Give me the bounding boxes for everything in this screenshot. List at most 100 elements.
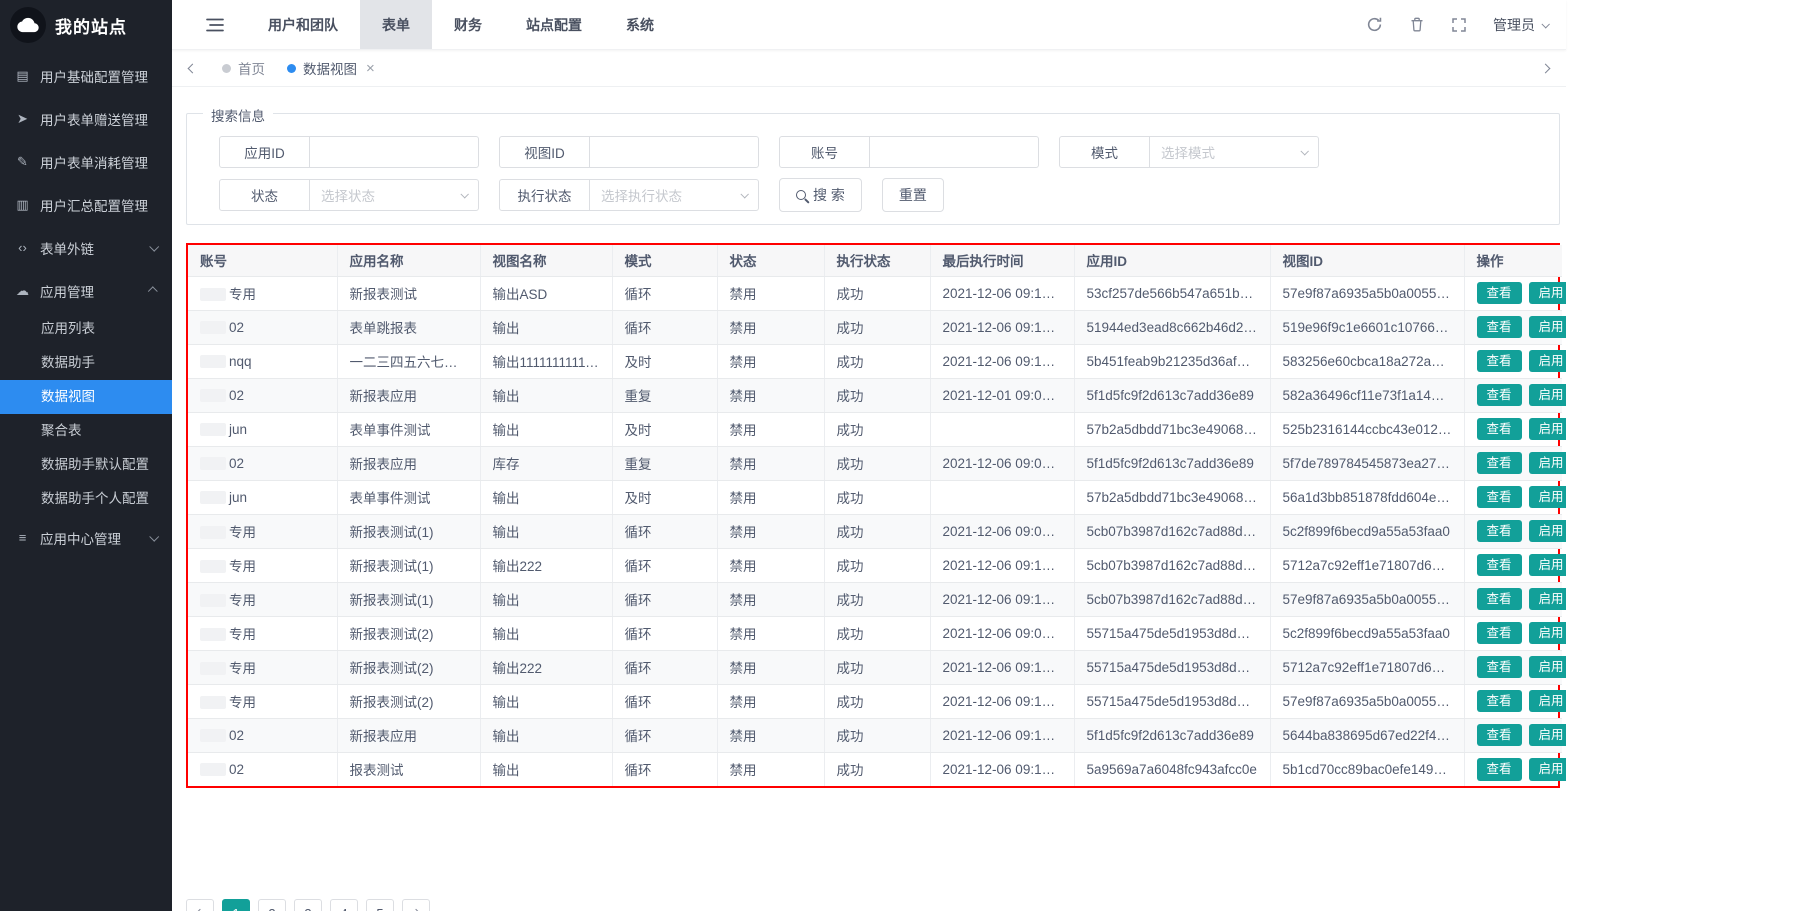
main-area: 用户和团队表单财务站点配置系统 (172, 0, 1566, 911)
sidebar-subitem[interactable]: 数据助手默认配置 (0, 448, 172, 482)
sidebar-item[interactable]: ➤用户表单赠送管理 (0, 97, 172, 140)
view-button[interactable]: 查看 (1477, 520, 1522, 543)
top-nav-item[interactable]: 系统 (604, 0, 676, 49)
view-button[interactable]: 查看 (1477, 316, 1522, 339)
search-button[interactable]: 搜 索 (779, 178, 862, 212)
tabs-scroll-right-icon[interactable] (1538, 61, 1553, 76)
exec-status-select[interactable]: 选择执行状态 (590, 180, 758, 210)
redacted-block (200, 662, 226, 675)
sidebar-item[interactable]: ▤用户基础配置管理 (0, 54, 172, 97)
top-nav-item[interactable]: 用户和团队 (246, 0, 360, 49)
view-button[interactable]: 查看 (1477, 724, 1522, 747)
enable-button[interactable]: 启用 (1529, 350, 1566, 373)
view-button[interactable]: 查看 (1477, 418, 1522, 441)
cell-app-id: 53cf257de566b547a651b18b (1074, 276, 1270, 310)
tabs-scroll-left-icon[interactable] (185, 61, 200, 76)
table-row: 专用新报表测试(1)输出222循环禁用成功2021-12-06 09:10:12… (188, 548, 1562, 582)
list-icon: ≡ (14, 530, 31, 545)
column-header: 应用ID (1074, 245, 1270, 276)
view-button[interactable]: 查看 (1477, 486, 1522, 509)
enable-button[interactable]: 启用 (1529, 282, 1566, 305)
enable-button[interactable]: 启用 (1529, 656, 1566, 679)
view-button[interactable]: 查看 (1477, 758, 1522, 781)
app-id-input[interactable] (310, 137, 478, 167)
cell-mode: 循环 (612, 616, 717, 650)
sidebar-subitem[interactable]: 应用列表 (0, 312, 172, 346)
status-select[interactable]: 选择状态 (310, 180, 478, 210)
cell-actions: 查看启用 (1464, 480, 1562, 514)
sidebar-item[interactable]: ✎用户表单消耗管理 (0, 140, 172, 183)
enable-button[interactable]: 启用 (1529, 588, 1566, 611)
user-menu[interactable]: 管理员 (1493, 15, 1548, 35)
view-id-label: 视图ID (500, 137, 590, 167)
cell-status: 禁用 (717, 548, 824, 582)
journal-icon: ▤ (14, 68, 31, 84)
view-button[interactable]: 查看 (1477, 384, 1522, 407)
enable-button[interactable]: 启用 (1529, 520, 1566, 543)
view-button[interactable]: 查看 (1477, 452, 1522, 475)
menu-collapse-icon[interactable] (206, 17, 224, 33)
view-button[interactable]: 查看 (1477, 350, 1522, 373)
mode-select[interactable]: 选择模式 (1150, 137, 1318, 167)
next-page-button[interactable] (402, 899, 430, 911)
view-button[interactable]: 查看 (1477, 622, 1522, 645)
cell-mode: 循环 (612, 582, 717, 616)
view-button[interactable]: 查看 (1477, 282, 1522, 305)
cell-app-name: 表单事件测试 (337, 480, 480, 514)
page-number-button[interactable]: 1 (222, 899, 250, 911)
sidebar-item[interactable]: ☁应用管理 (0, 269, 172, 312)
cell-status: 禁用 (717, 276, 824, 310)
page-tab[interactable]: 数据视图 × (287, 58, 375, 78)
enable-button[interactable]: 启用 (1529, 486, 1566, 509)
trash-icon[interactable] (1409, 16, 1425, 33)
refresh-icon[interactable] (1366, 16, 1383, 33)
cell-view-id: 519e96f9c1e6601c107665f0 (1270, 310, 1464, 344)
enable-button[interactable]: 启用 (1529, 724, 1566, 747)
table-row: 02新报表应用输出循环禁用成功2021-12-06 09:10:085f1d5f… (188, 718, 1562, 752)
sidebar-item[interactable]: ▥用户汇总配置管理 (0, 183, 172, 226)
enable-button[interactable]: 启用 (1529, 622, 1566, 645)
page-tab[interactable]: 首页 (222, 58, 265, 78)
enable-button[interactable]: 启用 (1529, 690, 1566, 713)
reset-button[interactable]: 重置 (882, 178, 944, 212)
page-number-button[interactable]: 2 (258, 899, 286, 911)
sidebar-subitem[interactable]: 数据助手个人配置 (0, 482, 172, 516)
enable-button[interactable]: 启用 (1529, 316, 1566, 339)
account-input[interactable] (870, 137, 1038, 167)
redacted-block (200, 491, 226, 504)
enable-button[interactable]: 启用 (1529, 554, 1566, 577)
sidebar-subitem[interactable]: 聚合表 (0, 414, 172, 448)
cell-view-name: 输出 (480, 514, 612, 548)
prev-page-button[interactable] (186, 899, 214, 911)
close-icon[interactable]: × (366, 61, 375, 76)
sidebar-subitem[interactable]: 数据助手 (0, 346, 172, 380)
sidebar-item[interactable]: ‹›表单外链 (0, 226, 172, 269)
view-button[interactable]: 查看 (1477, 690, 1522, 713)
sidebar-subitem[interactable]: 数据视图 (0, 380, 172, 414)
sidebar-menu: ▤用户基础配置管理➤用户表单赠送管理✎用户表单消耗管理▥用户汇总配置管理‹›表单… (0, 50, 172, 559)
page-number-button[interactable]: 5 (366, 899, 394, 911)
enable-button[interactable]: 启用 (1529, 758, 1566, 781)
top-nav-item[interactable]: 表单 (360, 0, 432, 49)
top-nav-item[interactable]: 财务 (432, 0, 504, 49)
view-button[interactable]: 查看 (1477, 554, 1522, 577)
cell-app-id: 55715a475de5d1953d8def45 (1074, 684, 1270, 718)
cell-actions: 查看启用 (1464, 548, 1562, 582)
enable-button[interactable]: 启用 (1529, 418, 1566, 441)
cell-view-id: 57e9f87a6935a5b0a0055170 (1270, 684, 1464, 718)
fullscreen-icon[interactable] (1451, 17, 1467, 33)
view-button[interactable]: 查看 (1477, 656, 1522, 679)
sidebar-item[interactable]: ≡应用中心管理 (0, 516, 172, 559)
enable-button[interactable]: 启用 (1529, 384, 1566, 407)
tab-label: 数据视图 (303, 58, 357, 78)
table-row: jun表单事件测试输出及时禁用成功57b2a5dbdd71bc3e490688f… (188, 412, 1562, 446)
page-number-button[interactable]: 3 (294, 899, 322, 911)
view-button[interactable]: 查看 (1477, 588, 1522, 611)
cell-app-name: 报表测试 (337, 752, 480, 786)
top-nav-item[interactable]: 站点配置 (504, 0, 604, 49)
page-number-button[interactable]: 4 (330, 899, 358, 911)
view-id-input[interactable] (590, 137, 758, 167)
enable-button[interactable]: 启用 (1529, 452, 1566, 475)
cell-app-name: 表单事件测试 (337, 412, 480, 446)
redacted-block (200, 729, 226, 742)
